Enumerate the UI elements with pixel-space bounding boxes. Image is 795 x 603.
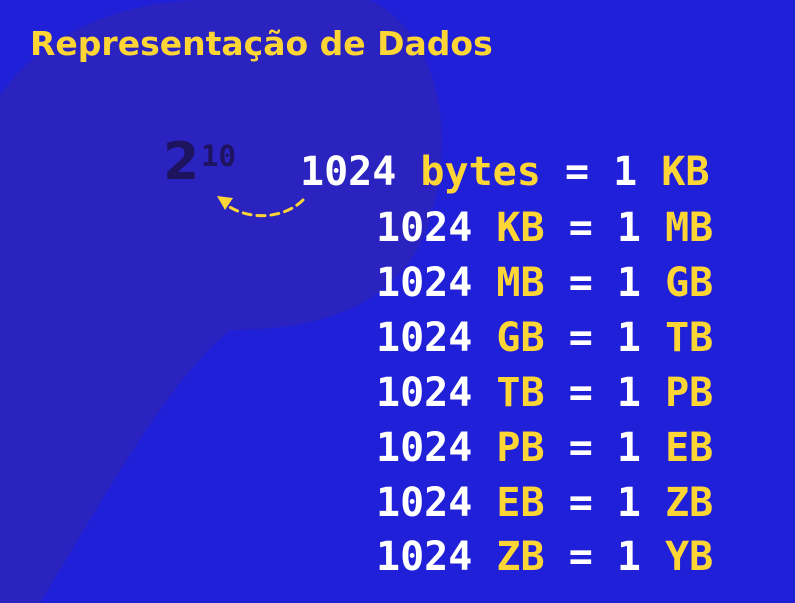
row-one: 1	[616, 260, 641, 306]
power-base: 2	[163, 132, 200, 192]
conversion-row: 1024 KB = 1 MB	[376, 208, 713, 248]
row-result: TB	[665, 315, 714, 361]
row-equals: =	[568, 315, 593, 361]
power-exponent: 10	[201, 139, 236, 173]
conversion-row: 1024 EB = 1 ZB	[376, 483, 713, 523]
page-title: Representação de Dados	[30, 24, 493, 63]
row-result: KB	[661, 149, 710, 195]
row-unit: MB	[496, 260, 545, 306]
row-equals: =	[568, 480, 593, 526]
row-one: 1	[616, 480, 641, 526]
conversion-row: 1024 GB = 1 TB	[376, 318, 713, 358]
row-result: GB	[665, 260, 714, 306]
row-unit: EB	[496, 480, 545, 526]
row-number: 1024	[376, 370, 473, 416]
row-number: 1024	[376, 205, 473, 251]
row-one: 1	[616, 370, 641, 416]
conversion-row: 1024 MB = 1 GB	[376, 263, 713, 303]
row-unit: KB	[496, 205, 545, 251]
row-number: 1024	[376, 260, 473, 306]
row-unit: bytes	[420, 149, 541, 195]
row-equals: =	[564, 149, 590, 195]
row-number: 1024	[376, 315, 473, 361]
row-equals: =	[568, 534, 593, 580]
row-number: 1024	[376, 534, 473, 580]
row-number: 1024	[300, 149, 397, 195]
curved-dashed-arrow-icon	[217, 196, 305, 218]
row-equals: =	[568, 260, 593, 306]
row-result: PB	[665, 370, 714, 416]
row-unit: TB	[496, 370, 545, 416]
row-one: 1	[616, 315, 641, 361]
row-unit: ZB	[496, 534, 545, 580]
power-of-two: 2 10	[163, 136, 236, 188]
row-one: 1	[613, 149, 638, 195]
row-result: EB	[665, 425, 714, 471]
conversion-row: 1024 bytes = 1 KB	[300, 152, 709, 192]
row-unit: GB	[496, 315, 545, 361]
row-number: 1024	[376, 480, 473, 526]
row-result: MB	[665, 205, 714, 251]
row-equals: =	[568, 370, 593, 416]
row-equals: =	[568, 425, 593, 471]
row-number: 1024	[376, 425, 473, 471]
row-result: YB	[665, 534, 714, 580]
conversion-row: 1024 TB = 1 PB	[376, 373, 713, 413]
row-unit: PB	[496, 425, 545, 471]
row-one: 1	[616, 205, 641, 251]
row-equals: =	[568, 205, 593, 251]
row-one: 1	[616, 425, 641, 471]
conversion-row: 1024 PB = 1 EB	[376, 428, 713, 468]
conversion-row: 1024 ZB = 1 YB	[376, 537, 713, 577]
row-one: 1	[616, 534, 641, 580]
row-result: ZB	[665, 480, 714, 526]
